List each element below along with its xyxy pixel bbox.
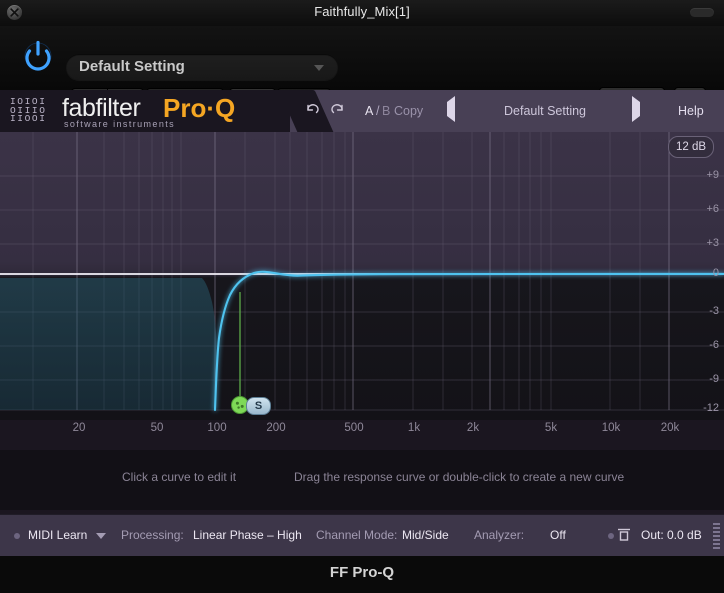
freq-tick-200: 200 <box>266 422 286 434</box>
plugin-copy-button[interactable]: Copy <box>394 104 423 118</box>
db-tick-minus9: -9 <box>709 373 719 385</box>
processing-value[interactable]: Linear Phase – High <box>193 528 302 542</box>
analyzer-label: Analyzer: <box>474 528 525 542</box>
maximize-pill-icon[interactable] <box>690 8 714 17</box>
processing-label: Processing: <box>121 528 184 542</box>
freq-tick-50: 50 <box>150 422 164 434</box>
ab-toggle-a[interactable]: A <box>365 104 373 118</box>
redo-icon[interactable] <box>330 103 345 119</box>
db-range-badge[interactable]: 12 dB <box>668 136 714 158</box>
plugin-header: IOIOI OIIIO IIOOI fabfilter software ins… <box>0 90 724 132</box>
eq-graph[interactable]: S 12 dB +9 +6 +3 0 -3 -6 -9 -12 <box>0 132 724 420</box>
analyzer-value[interactable]: Off <box>550 528 566 542</box>
db-tick-plus9: +9 <box>706 169 719 181</box>
db-tick-minus3: -3 <box>709 305 719 317</box>
freq-tick-2k: 2k <box>466 422 480 434</box>
preset-dropdown[interactable]: Default Setting <box>66 54 338 80</box>
eq-graph-canvas <box>0 132 724 414</box>
fabfilter-binary-logo-icon: IOIOI OIIIO IIOOI <box>10 96 47 125</box>
plugin-preset-next-button[interactable] <box>632 96 640 122</box>
product-name: Pro·Q <box>163 93 236 123</box>
midi-learn-indicator <box>14 533 20 539</box>
output-value[interactable]: Out: 0.0 dB <box>641 528 702 542</box>
freq-tick-1k: 1k <box>407 422 421 434</box>
band-slope-badge[interactable]: S <box>246 397 271 415</box>
db-tick-plus3: +3 <box>706 237 719 249</box>
eq-curve-fill <box>0 278 217 410</box>
help-button[interactable]: Help <box>678 104 704 118</box>
chevron-right-icon <box>632 96 640 122</box>
fabfilter-tagline: software instruments <box>64 119 176 129</box>
channel-mode-value[interactable]: Mid/Side <box>402 528 449 542</box>
hint-left-text: Click a curve to edit it <box>122 470 237 484</box>
output-indicator <box>608 533 614 539</box>
frequency-axis: 20 50 100 200 500 1k 2k 5k 10k 20k <box>0 420 724 444</box>
ab-separator: / <box>376 104 380 118</box>
preset-dropdown-value: Default Setting <box>79 58 185 75</box>
db-tick-minus6: -6 <box>709 339 719 351</box>
freq-tick-100: 100 <box>207 422 227 434</box>
host-toolbar: Default Setting Compare Copy Paste View:… <box>0 26 724 111</box>
plugin-body: IOIOI OIIIO IIOOI fabfilter software ins… <box>0 90 724 556</box>
db-tick-zero: 0 <box>712 267 719 279</box>
freq-tick-500: 500 <box>344 422 364 434</box>
db-tick-minus12: -12 <box>703 402 719 414</box>
ab-toggle-b[interactable]: B <box>382 104 390 118</box>
plugin-preset-name[interactable]: Default Setting <box>440 104 650 118</box>
bottom-control-bar: MIDI Learn Processing: Linear Phase – Hi… <box>0 514 724 556</box>
midi-learn-button[interactable]: MIDI Learn <box>28 528 87 542</box>
hint-right-text: Drag the response curve or double-click … <box>294 470 625 484</box>
output-level-meter <box>713 523 720 549</box>
db-tick-plus6: +6 <box>706 203 719 215</box>
chevron-down-icon[interactable] <box>96 533 106 539</box>
freq-tick-5k: 5k <box>544 422 558 434</box>
plugin-window: Faithfully_Mix[1] Default Setting Compar… <box>0 0 724 593</box>
undo-icon[interactable] <box>305 103 320 119</box>
plugin-footer: FF Pro-Q <box>0 556 724 593</box>
plugin-footer-label: FF Pro-Q <box>329 564 395 581</box>
power-icon[interactable] <box>20 37 56 73</box>
eq-response-curve <box>213 270 724 412</box>
chevron-down-icon <box>314 65 324 71</box>
window-title: Faithfully_Mix[1] <box>314 4 410 19</box>
freq-tick-20k: 20k <box>660 422 680 434</box>
freq-tick-10k: 10k <box>601 422 621 434</box>
window-title-bar: Faithfully_Mix[1] <box>0 0 724 27</box>
freq-tick-20: 20 <box>72 422 86 434</box>
output-meter-icon[interactable] <box>617 527 631 545</box>
channel-mode-label: Channel Mode: <box>316 528 398 542</box>
hint-bar: Click a curve to edit it Drag the respon… <box>0 450 724 510</box>
